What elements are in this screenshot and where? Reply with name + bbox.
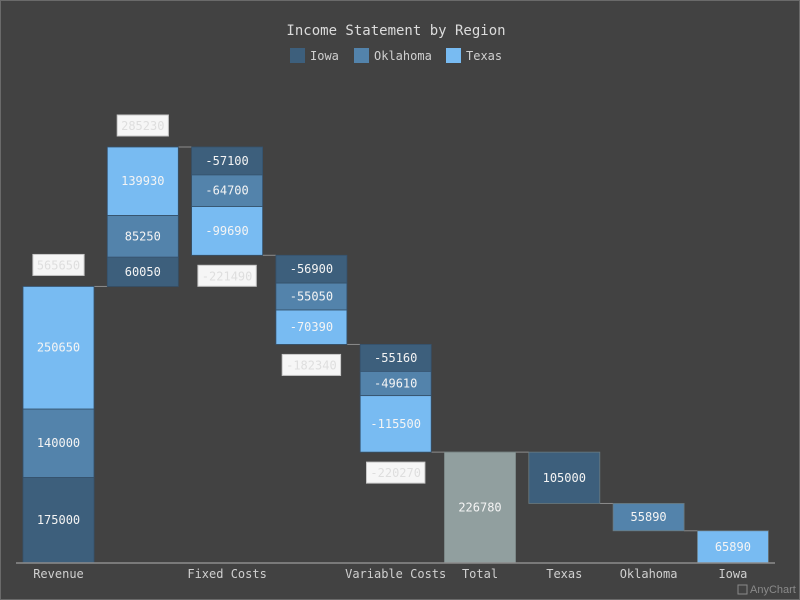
total-label-box: -220270 <box>366 461 426 484</box>
bar-value-label: -56900 <box>290 262 333 276</box>
x-tick-label: Texas <box>546 567 582 581</box>
bar-value-label: -115500 <box>370 417 421 431</box>
legend-label: Oklahoma <box>374 49 432 63</box>
x-tick-label: Oklahoma <box>620 567 678 581</box>
legend-item-texas[interactable]: Texas <box>446 48 502 63</box>
bar-value-label: -64700 <box>205 184 248 198</box>
bar-value-label: 175000 <box>37 513 80 527</box>
credit-text[interactable]: AnyChart <box>750 584 796 596</box>
legend-label: Iowa <box>310 49 339 63</box>
bar-value-label: 55890 <box>631 510 667 524</box>
anychart-logo-icon <box>737 584 748 595</box>
bar-value-label: 65890 <box>715 540 751 554</box>
total-label-box: -221490 <box>197 264 257 287</box>
bar-value-label: -57100 <box>205 154 248 168</box>
legend-swatch <box>446 48 461 63</box>
total-label-text: -220270 <box>370 466 421 480</box>
total-label-text: -221490 <box>202 269 253 283</box>
x-tick-label: Revenue <box>33 567 84 581</box>
bar-value-label: 250650 <box>37 341 80 355</box>
bar-value-label: -55050 <box>290 290 333 304</box>
x-tick-label: Iowa <box>718 567 747 581</box>
bar-value-label: 85250 <box>125 229 161 243</box>
legend-swatch <box>290 48 305 63</box>
bar-value-label: 105000 <box>543 471 586 485</box>
bar-value-label: -55160 <box>374 351 417 365</box>
bar-value-label: 139930 <box>121 174 164 188</box>
total-label-text: 285230 <box>121 119 164 133</box>
bar-value-label: -70390 <box>290 320 333 334</box>
credit[interactable]: AnyChart <box>737 584 796 596</box>
legend-item-oklahoma[interactable]: Oklahoma <box>354 48 432 63</box>
legend-swatch <box>354 48 369 63</box>
total-label-text: 565650 <box>37 258 80 272</box>
total-label-box: 285230 <box>116 114 169 137</box>
x-axis-labels: Revenue Fixed Costs Variable Costs Total Tex… <box>33 567 747 581</box>
bar-value-label: -99690 <box>205 224 248 238</box>
total-label-box: 565650 <box>32 253 85 276</box>
chart-container: Income Statement by Region Iowa Oklahoma T… <box>0 0 800 600</box>
bar-value-label: -49610 <box>374 377 417 391</box>
legend-item-iowa[interactable]: Iowa <box>290 48 339 63</box>
waterfall-chart: Income Statement by Region Iowa Oklahoma T… <box>16 23 796 596</box>
x-tick-label: Total <box>462 567 498 581</box>
chart-title: Income Statement by Region <box>286 23 505 39</box>
total-label-text: -182340 <box>286 358 337 372</box>
total-label-box: -182340 <box>281 353 342 376</box>
bar-value-label: 140000 <box>37 436 80 450</box>
legend-label: Texas <box>466 49 502 63</box>
x-tick-label: Fixed Costs <box>187 567 266 581</box>
x-tick-label: Variable Costs <box>345 567 446 581</box>
bar-labels: 175000 140000 250650 565650 60050 85250 139930… <box>32 114 751 554</box>
bar-value-label: 60050 <box>125 265 161 279</box>
legend: Iowa Oklahoma Texas <box>290 48 502 63</box>
bar-value-label: 226780 <box>458 501 501 515</box>
